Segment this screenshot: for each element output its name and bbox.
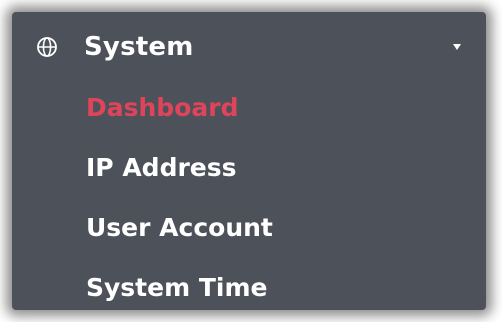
system-menu-panel: System Dashboard IP Address User Account… [12,12,486,310]
system-menu-header[interactable]: System [12,22,486,72]
menu-item-system-time[interactable]: System Time [12,268,486,322]
system-submenu: Dashboard IP Address User Account System… [12,88,486,322]
menu-item-user-account[interactable]: User Account [12,208,486,268]
menu-item-label: IP Address [86,153,237,182]
system-menu-title: System [84,32,194,62]
screenshot-canvas: System Dashboard IP Address User Account… [0,0,502,322]
menu-item-label: System Time [86,273,268,302]
globe-icon [37,37,57,57]
caret-down-icon[interactable] [452,42,462,52]
menu-item-label: User Account [86,213,273,242]
menu-item-dashboard[interactable]: Dashboard [12,88,486,148]
menu-item-ip-address[interactable]: IP Address [12,148,486,208]
menu-item-label: Dashboard [86,93,239,122]
